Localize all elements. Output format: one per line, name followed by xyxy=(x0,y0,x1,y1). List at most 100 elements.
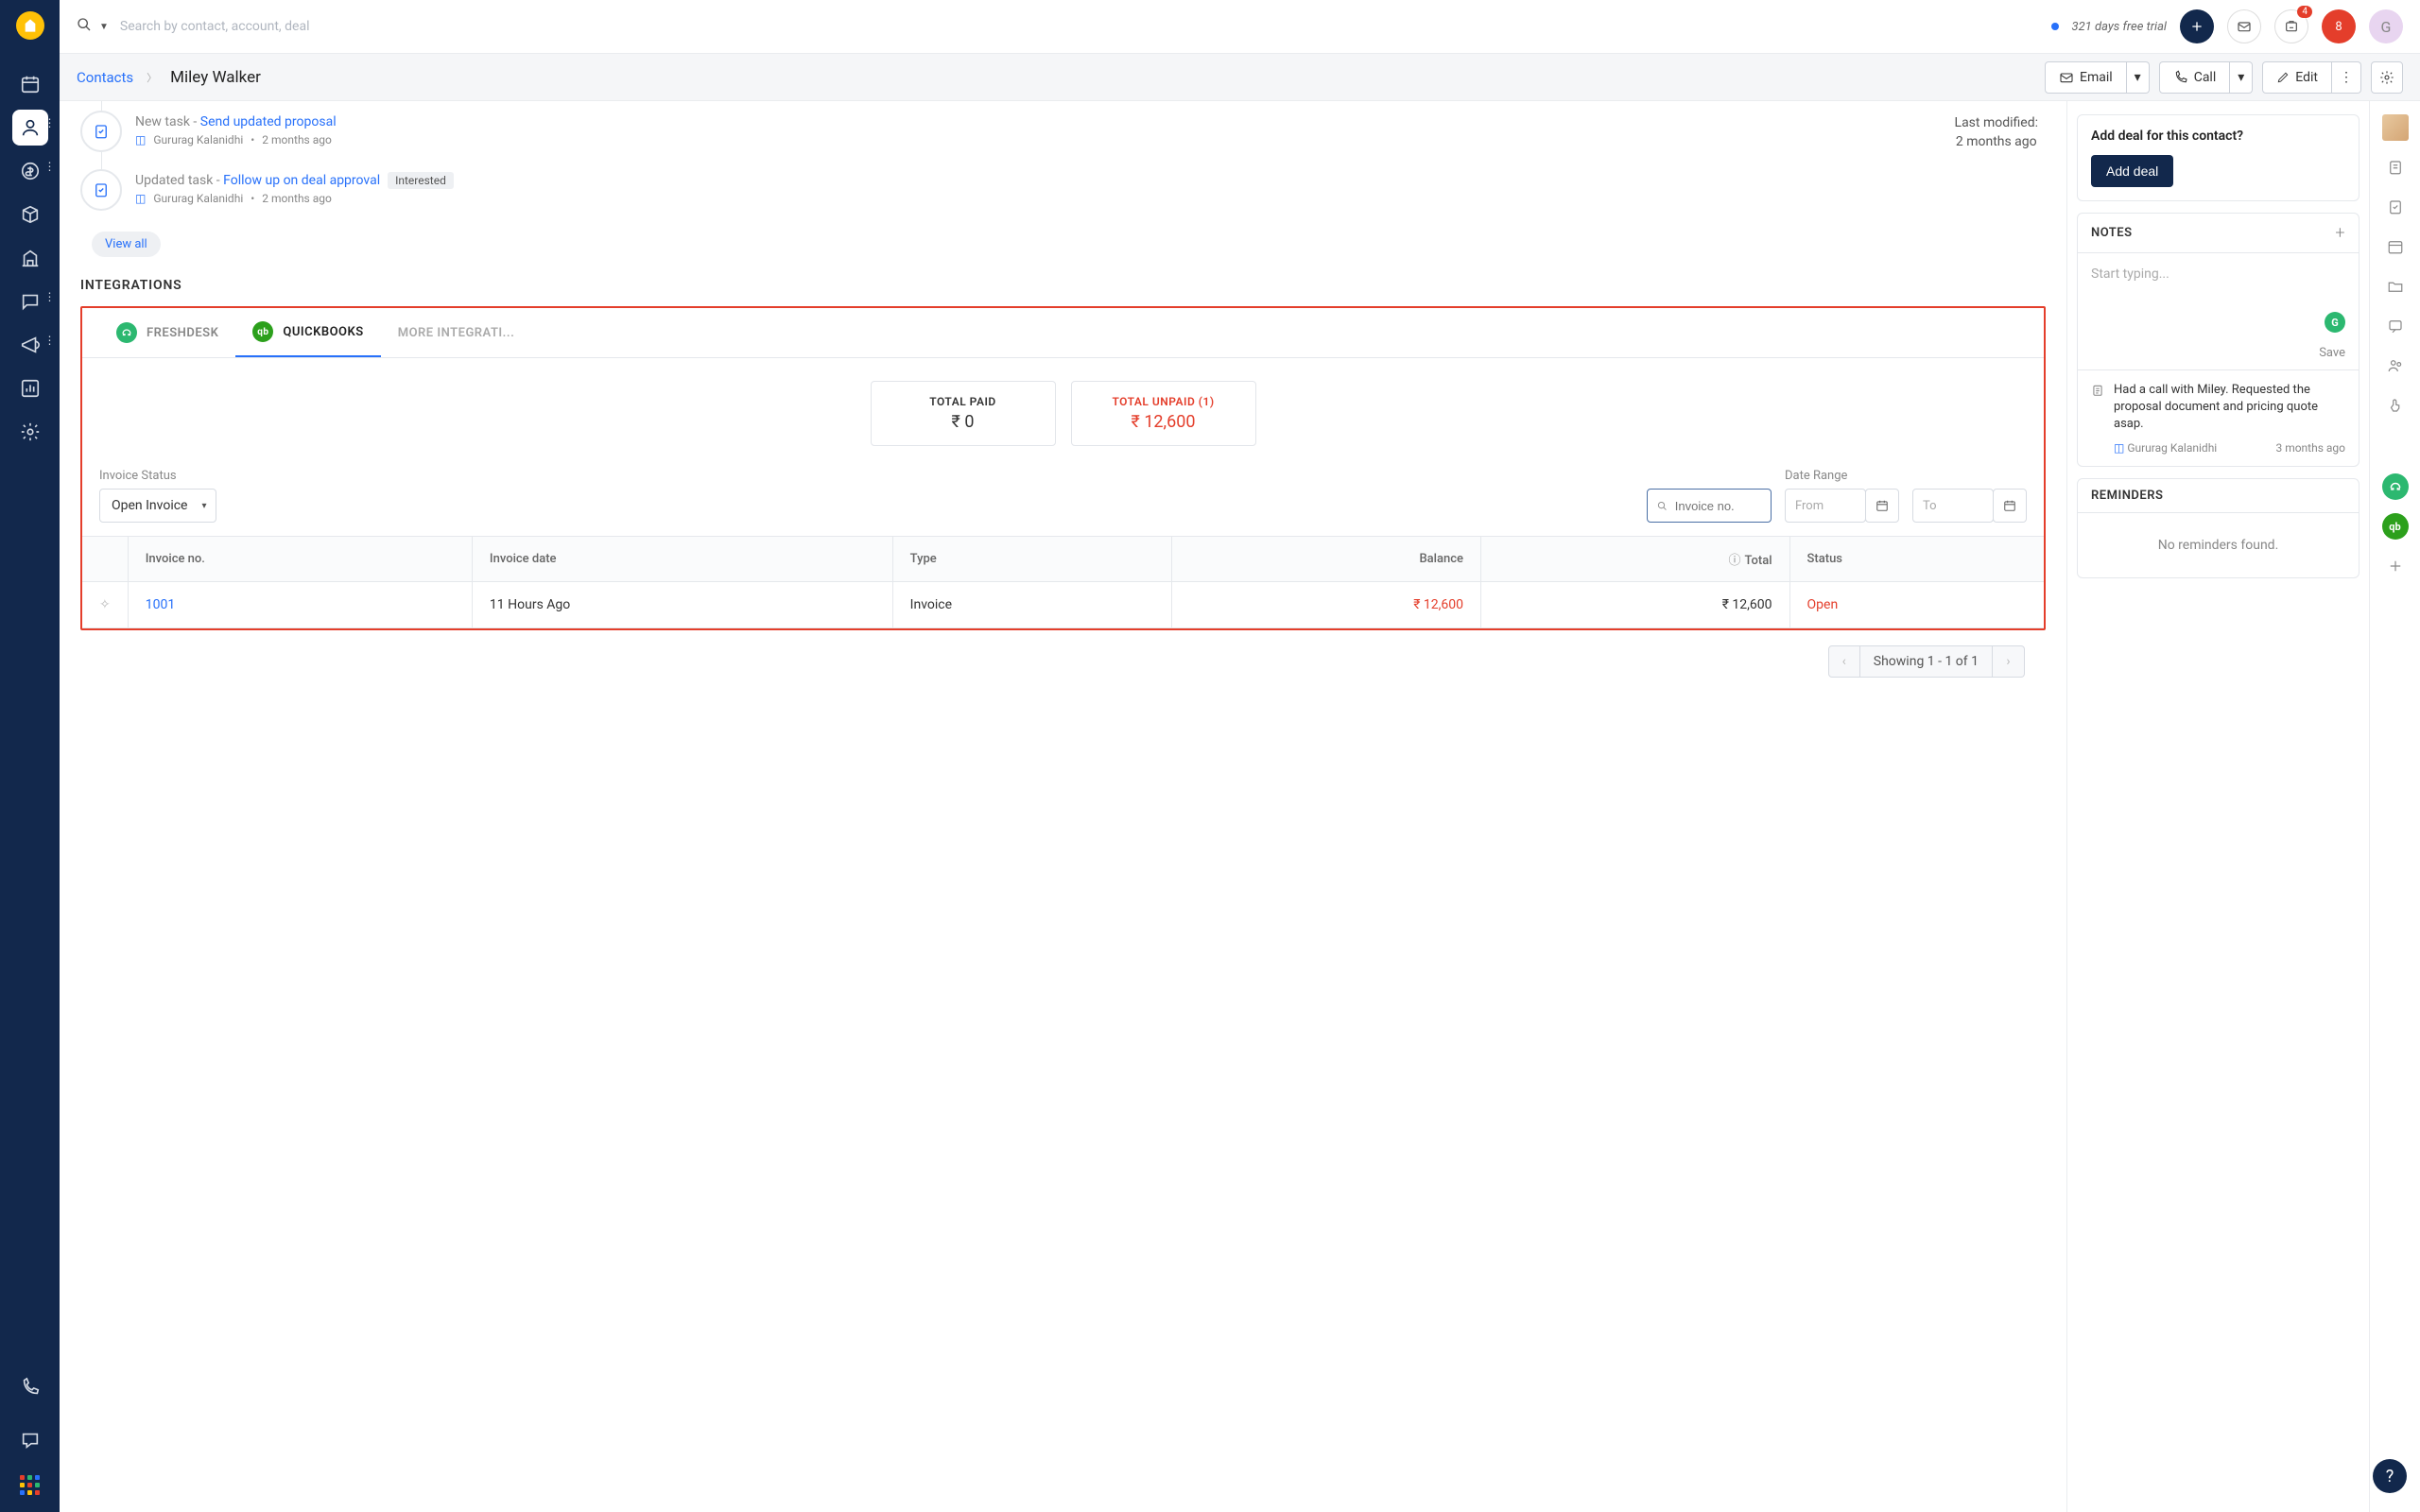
edit-button[interactable]: Edit xyxy=(2262,61,2332,94)
right-sidebar: Add deal for this contact? Add deal NOTE… xyxy=(2066,101,2369,1512)
email-dropdown[interactable]: ▾ xyxy=(2127,61,2150,94)
rail-thumbnail[interactable] xyxy=(2382,114,2409,141)
apps-launcher-icon[interactable] xyxy=(20,1475,40,1495)
col-invoice-date: Invoice date xyxy=(472,537,892,582)
calendar-icon[interactable] xyxy=(1865,489,1899,523)
calendar-icon[interactable] xyxy=(1993,489,2027,523)
nav-calendar[interactable] xyxy=(12,66,48,102)
info-icon: ⓘ xyxy=(1728,554,1740,568)
page-header: Contacts 〉 Miley Walker Email ▾ Call ▾ E… xyxy=(60,54,2420,101)
tab-more-integrations[interactable]: MORE INTEGRATI... xyxy=(381,308,532,357)
date-to-input[interactable]: To xyxy=(1912,489,1994,523)
invoice-search-input[interactable] xyxy=(1675,499,1761,513)
rail-document-icon[interactable] xyxy=(2382,154,2409,180)
timeline-item: Updated task - Follow up on deal approva… xyxy=(80,169,2046,211)
trial-status: 321 days free trial xyxy=(2072,20,2167,34)
total-paid-card: TOTAL PAID ₹ 0 xyxy=(871,381,1056,446)
user-badge-icon: ◫ xyxy=(135,192,146,205)
nav-reports[interactable] xyxy=(12,370,48,406)
call-dropdown[interactable]: ▾ xyxy=(2230,61,2253,94)
page-title: Miley Walker xyxy=(170,68,261,87)
add-button[interactable] xyxy=(2180,9,2214,43)
mail-button[interactable] xyxy=(2227,9,2261,43)
call-button-group: Call ▾ xyxy=(2159,61,2254,94)
notes-heading: NOTES xyxy=(2091,226,2133,240)
table-row[interactable]: ✧ 1001 11 Hours Ago Invoice ₹ 12,600 ₹ 1… xyxy=(82,582,2044,628)
col-invoice-no: Invoice no. xyxy=(128,537,472,582)
nav-deals[interactable]: ⋮ xyxy=(12,153,48,189)
col-balance: Balance xyxy=(1172,537,1481,582)
date-range-label: Date Range xyxy=(1785,469,1899,483)
integrations-heading: INTEGRATIONS xyxy=(80,278,2046,293)
rail-quickbooks-icon[interactable]: qb xyxy=(2382,513,2409,540)
tab-quickbooks[interactable]: qbQUICKBOOKS xyxy=(235,308,380,357)
total-unpaid-card: TOTAL UNPAID (1) ₹ 12,600 xyxy=(1071,381,1256,446)
notifications-button[interactable]: 4 xyxy=(2274,9,2308,43)
next-page[interactable]: › xyxy=(1993,645,2025,678)
nav-contacts[interactable]: ⋮ xyxy=(12,110,48,146)
nav-campaigns[interactable]: ⋮ xyxy=(12,327,48,363)
invoice-status-select[interactable]: Open Invoice xyxy=(99,489,216,523)
note-icon xyxy=(2091,384,2104,455)
rail-folder-icon[interactable] xyxy=(2382,273,2409,300)
user-avatar[interactable]: G xyxy=(2369,9,2403,43)
nav-products[interactable] xyxy=(12,197,48,232)
task-icon xyxy=(80,111,122,152)
search-icon[interactable] xyxy=(77,17,92,36)
email-button[interactable]: Email xyxy=(2045,61,2127,94)
task-link[interactable]: Send updated proposal xyxy=(200,114,337,129)
invoice-search[interactable] xyxy=(1647,489,1772,523)
chevron-right-icon: 〉 xyxy=(147,70,157,85)
rail-chat-icon[interactable] xyxy=(2382,313,2409,339)
alerts-count[interactable]: 8 xyxy=(2322,9,2356,43)
prev-page[interactable]: ‹ xyxy=(1828,645,1860,678)
freshdesk-icon xyxy=(116,322,137,343)
invoice-link[interactable]: 1001 xyxy=(146,597,175,612)
nav-chat[interactable] xyxy=(12,1422,48,1458)
pin-icon[interactable]: ✧ xyxy=(82,582,128,628)
grammarly-icon: G xyxy=(2325,312,2345,333)
app-logo[interactable] xyxy=(16,11,44,40)
rail-add-icon[interactable] xyxy=(2382,553,2409,579)
nav-conversations[interactable]: ⋮ xyxy=(12,284,48,319)
add-deal-button[interactable]: Add deal xyxy=(2091,155,2173,187)
app-rail: qb xyxy=(2369,101,2420,1512)
topbar: ▼ Search by contact, account, deal 321 d… xyxy=(60,0,2420,54)
col-type: Type xyxy=(892,537,1172,582)
more-actions[interactable]: ⋮ xyxy=(2332,61,2361,94)
nav-phone[interactable] xyxy=(12,1369,48,1405)
breadcrumb-parent[interactable]: Contacts xyxy=(77,69,133,86)
search-dropdown-icon[interactable]: ▼ xyxy=(99,22,109,32)
add-note-icon[interactable]: + xyxy=(2335,223,2345,243)
date-from-input[interactable]: From xyxy=(1785,489,1866,523)
search-placeholder[interactable]: Search by contact, account, deal xyxy=(120,19,310,34)
edit-button-group: Edit ⋮ xyxy=(2262,61,2361,94)
note-input[interactable]: Start typing... G xyxy=(2091,266,2345,333)
rail-calendar-icon[interactable] xyxy=(2382,233,2409,260)
nav-accounts[interactable] xyxy=(12,240,48,276)
pagination: ‹ Showing 1 - 1 of 1 › xyxy=(80,630,2046,693)
settings-button[interactable] xyxy=(2371,61,2403,94)
email-button-group: Email ▾ xyxy=(2045,61,2150,94)
help-button[interactable]: ? xyxy=(2373,1459,2407,1493)
add-deal-prompt: Add deal for this contact? xyxy=(2091,129,2345,144)
user-badge-icon: ◫ xyxy=(135,133,146,146)
reminders-heading: REMINDERS xyxy=(2091,489,2163,503)
quickbooks-icon: qb xyxy=(252,321,273,342)
timeline-item: New task - Send updated proposal ◫Gurura… xyxy=(80,111,2046,152)
view-all-button[interactable]: View all xyxy=(92,232,161,257)
rail-freshdesk-icon[interactable] xyxy=(2382,473,2409,500)
note-entry: Had a call with Miley. Requested the pro… xyxy=(2078,369,2359,466)
task-link[interactable]: Follow up on deal approval xyxy=(223,173,380,188)
save-note-button[interactable]: Save xyxy=(2078,346,2359,369)
rail-people-icon[interactable] xyxy=(2382,352,2409,379)
invoice-status-label: Invoice Status xyxy=(99,469,216,483)
tab-freshdesk[interactable]: FRESHDESK xyxy=(99,308,235,357)
invoice-table: Invoice no. Invoice date Type Balance ⓘT… xyxy=(82,536,2044,628)
nav-settings[interactable] xyxy=(12,414,48,450)
notification-dot xyxy=(2051,23,2059,30)
call-button[interactable]: Call xyxy=(2159,61,2231,94)
rail-touch-icon[interactable] xyxy=(2382,392,2409,419)
status-tag: Interested xyxy=(388,172,454,189)
rail-task-icon[interactable] xyxy=(2382,194,2409,220)
